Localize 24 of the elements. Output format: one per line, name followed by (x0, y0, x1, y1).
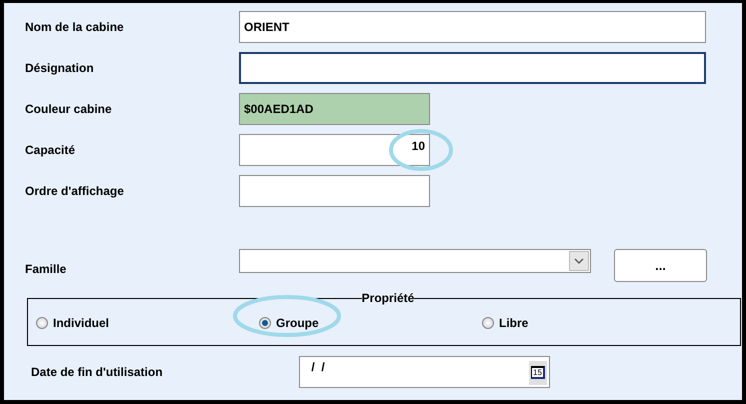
field-label: Ordre d'affichage (25, 184, 125, 198)
field-label: Nom de la cabine (25, 20, 125, 34)
radio-label[interactable]: Individuel (53, 316, 110, 330)
radio-button[interactable] (482, 317, 494, 329)
field-label: Désignation (25, 61, 95, 75)
text-field[interactable] (239, 52, 706, 84)
field-label: Capacité (25, 143, 76, 157)
radio-button[interactable] (36, 317, 48, 329)
field-label: Famille (25, 260, 68, 276)
radio-button[interactable] (259, 317, 271, 329)
text-field[interactable]: 10 (239, 134, 430, 166)
field-label: Couleur cabine (25, 102, 113, 116)
text-field[interactable]: $00AED1AD (239, 93, 430, 125)
dropdown[interactable] (239, 249, 591, 273)
text-field[interactable]: ORIENT (239, 11, 706, 43)
browse-button[interactable]: ... (614, 249, 707, 282)
date-field[interactable]: / / 15 (299, 356, 550, 388)
radio-label[interactable]: Libre (499, 316, 528, 330)
radio-label[interactable]: Groupe (276, 316, 319, 330)
chevron-down-icon[interactable] (569, 251, 589, 271)
text-field[interactable] (239, 175, 430, 207)
group-legend: Propriété (362, 291, 414, 305)
field-label: Date de fin d'utilisation (30, 365, 164, 379)
calendar-button[interactable]: 15 (529, 360, 547, 384)
